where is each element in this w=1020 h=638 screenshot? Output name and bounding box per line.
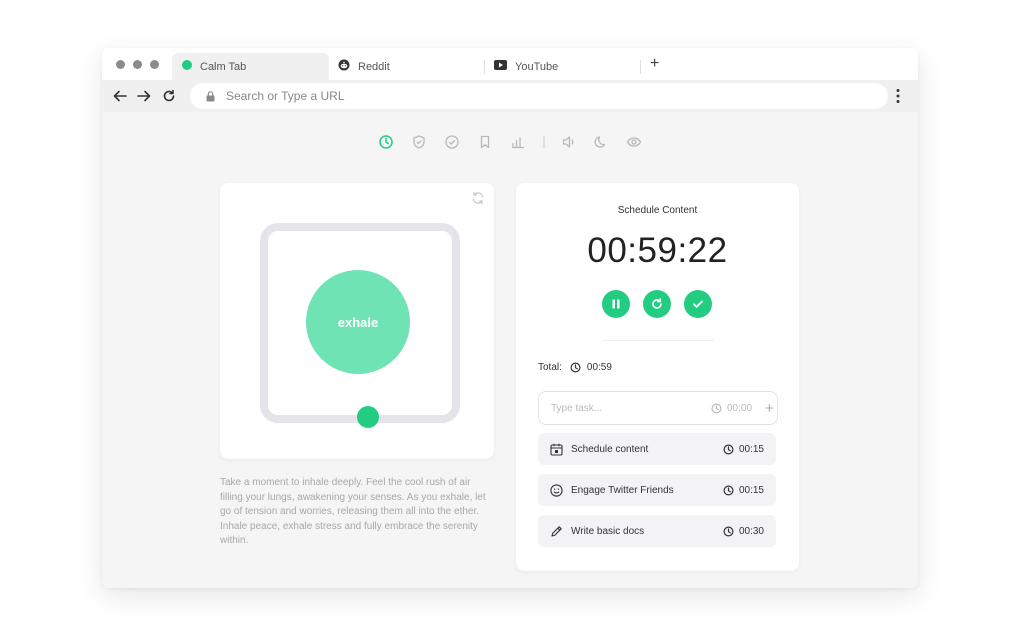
- speaker-icon[interactable]: [561, 134, 577, 150]
- window-control-maximize[interactable]: [150, 60, 159, 69]
- address-bar[interactable]: [190, 83, 888, 109]
- divider: [602, 340, 714, 341]
- add-task-button[interactable]: +: [765, 400, 774, 417]
- tab-separator: [640, 60, 641, 74]
- green-dot-icon: [182, 60, 192, 73]
- calm-tab-page: exhale Take a moment to inhale deeply. F…: [102, 112, 918, 588]
- complete-button[interactable]: [684, 290, 712, 318]
- tab-bar: Calm Tab Reddit YouTube +: [102, 48, 918, 80]
- lock-icon: [206, 90, 215, 102]
- browser-window: Calm Tab Reddit YouTube + Search or Type…: [102, 48, 918, 588]
- eye-icon[interactable]: [626, 134, 642, 150]
- task-time: 00:15: [723, 485, 764, 496]
- tab-label: YouTube: [515, 60, 559, 73]
- tab-youtube[interactable]: YouTube: [494, 53, 639, 80]
- forward-arrow-icon[interactable]: [136, 88, 152, 104]
- task-time-value: 00:15: [738, 484, 764, 496]
- reddit-icon: [338, 59, 350, 74]
- pencil-icon: [550, 525, 563, 538]
- countdown-timer: 00:59:22: [587, 231, 728, 270]
- total-time: Total: 00:59: [538, 362, 612, 373]
- task-duration-value: 00:00: [727, 402, 753, 414]
- breathing-circle: exhale: [306, 270, 410, 374]
- browser-toolbar: [102, 80, 918, 112]
- feature-toolbar: [102, 134, 918, 150]
- reset-button[interactable]: [643, 290, 671, 318]
- shield-icon[interactable]: [411, 134, 427, 150]
- kebab-menu-icon[interactable]: [893, 88, 903, 104]
- task-time-value: 00:30: [738, 525, 764, 537]
- clock-icon: [723, 525, 734, 537]
- breathing-card: exhale: [220, 183, 494, 459]
- task-duration-input[interactable]: 00:00: [711, 403, 752, 414]
- task-time-value: 00:15: [738, 443, 764, 455]
- clock-icon: [711, 402, 722, 414]
- tab-reddit[interactable]: Reddit: [338, 53, 483, 80]
- clock-icon: [723, 484, 734, 496]
- total-label: Total:: [538, 362, 562, 373]
- breathing-phase-label: exhale: [337, 314, 379, 330]
- bookmark-icon[interactable]: [477, 134, 493, 150]
- task-name: Engage Twitter Friends: [571, 484, 674, 496]
- new-tab-button[interactable]: +: [650, 56, 659, 72]
- smiley-icon: [550, 483, 563, 497]
- youtube-icon: [494, 60, 507, 73]
- clock-icon[interactable]: [378, 134, 394, 150]
- task-item[interactable]: Engage Twitter Friends 00:15: [538, 474, 776, 506]
- task-time: 00:30: [723, 526, 764, 537]
- pause-icon: [612, 299, 620, 309]
- pause-button[interactable]: [602, 290, 630, 318]
- window-control-close[interactable]: [116, 60, 125, 69]
- reset-icon: [652, 298, 662, 309]
- moon-icon[interactable]: [593, 134, 609, 150]
- task-time: 00:15: [723, 444, 764, 455]
- back-arrow-icon[interactable]: [112, 88, 128, 104]
- clock-icon: [570, 362, 581, 373]
- check-circle-icon[interactable]: [444, 134, 460, 150]
- schedule-title: Schedule Content: [617, 205, 698, 216]
- tab-label: Reddit: [358, 60, 390, 73]
- schedule-card: Schedule Content 00:59:22 Total: 00:59 T…: [516, 183, 799, 571]
- breathing-progress-dot: [357, 406, 379, 428]
- tab-separator: [484, 60, 485, 74]
- new-task-field[interactable]: 00:00 +: [538, 391, 778, 425]
- check-icon: [693, 300, 703, 308]
- tab-calm-tab[interactable]: Calm Tab: [172, 53, 329, 80]
- address-input[interactable]: [224, 88, 828, 104]
- task-name: Write basic docs: [571, 525, 645, 537]
- task-item[interactable]: Write basic docs 00:30: [538, 515, 776, 547]
- total-value: 00:59: [586, 362, 612, 373]
- task-item[interactable]: Schedule content 00:15: [538, 433, 776, 465]
- breathing-description: Take a moment to inhale deeply. Feel the…: [220, 477, 486, 546]
- task-name-input[interactable]: [549, 401, 693, 415]
- clock-icon: [723, 443, 734, 455]
- reload-icon[interactable]: [161, 88, 177, 104]
- calendar-icon: [550, 443, 563, 456]
- tab-label: Calm Tab: [200, 60, 247, 73]
- window-control-minimize[interactable]: [133, 60, 142, 69]
- refresh-icon[interactable]: [471, 191, 485, 210]
- bar-chart-icon[interactable]: [510, 134, 526, 150]
- task-name: Schedule content: [571, 443, 649, 455]
- toolbar-divider: [536, 134, 552, 150]
